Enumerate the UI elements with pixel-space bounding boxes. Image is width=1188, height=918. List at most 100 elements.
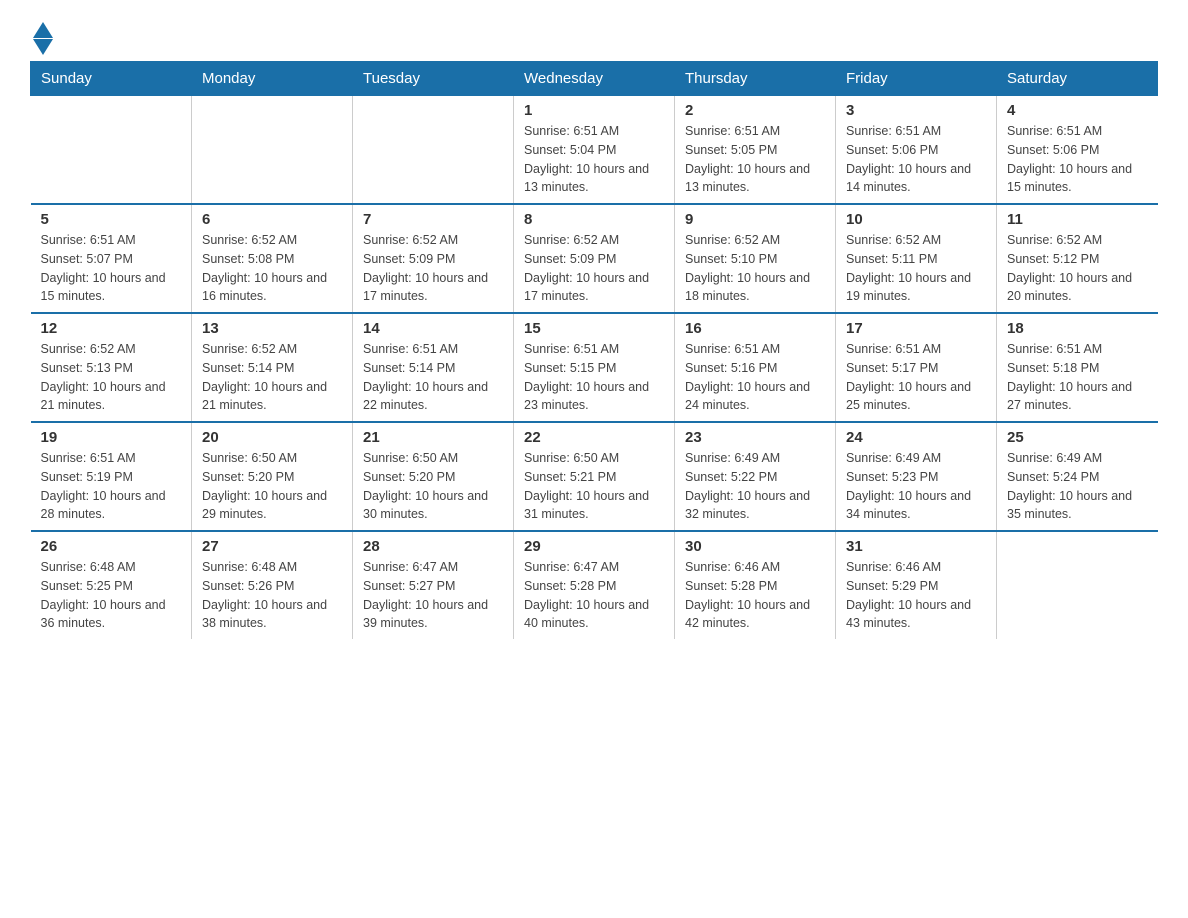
day-info: Sunrise: 6:50 AM Sunset: 5:21 PM Dayligh… [524,449,664,524]
day-info: Sunrise: 6:52 AM Sunset: 5:12 PM Dayligh… [1007,231,1148,306]
day-number: 4 [1007,102,1148,119]
day-number: 31 [846,538,986,555]
day-number: 11 [1007,211,1148,228]
day-info: Sunrise: 6:50 AM Sunset: 5:20 PM Dayligh… [363,449,503,524]
calendar-row-0: 1 Sunrise: 6:51 AM Sunset: 5:04 PM Daylig… [31,96,1158,205]
page-header [30,20,1158,51]
calendar-table: SundayMondayTuesdayWednesdayThursdayFrid… [30,61,1158,639]
calendar-cell: 17 Sunrise: 6:51 AM Sunset: 5:17 PM Dayli… [836,313,997,422]
day-info: Sunrise: 6:51 AM Sunset: 5:06 PM Dayligh… [846,122,986,197]
day-info: Sunrise: 6:52 AM Sunset: 5:11 PM Dayligh… [846,231,986,306]
day-number: 1 [524,102,664,119]
day-info: Sunrise: 6:51 AM Sunset: 5:05 PM Dayligh… [685,122,825,197]
day-info: Sunrise: 6:52 AM Sunset: 5:09 PM Dayligh… [363,231,503,306]
calendar-row-1: 5 Sunrise: 6:51 AM Sunset: 5:07 PM Daylig… [31,204,1158,313]
day-info: Sunrise: 6:49 AM Sunset: 5:22 PM Dayligh… [685,449,825,524]
day-info: Sunrise: 6:51 AM Sunset: 5:04 PM Dayligh… [524,122,664,197]
calendar-cell: 11 Sunrise: 6:52 AM Sunset: 5:12 PM Dayli… [997,204,1158,313]
calendar-cell: 20 Sunrise: 6:50 AM Sunset: 5:20 PM Dayli… [192,422,353,531]
day-number: 8 [524,211,664,228]
day-info: Sunrise: 6:51 AM Sunset: 5:17 PM Dayligh… [846,340,986,415]
calendar-row-2: 12 Sunrise: 6:52 AM Sunset: 5:13 PM Dayli… [31,313,1158,422]
calendar-cell: 5 Sunrise: 6:51 AM Sunset: 5:07 PM Daylig… [31,204,192,313]
day-info: Sunrise: 6:48 AM Sunset: 5:26 PM Dayligh… [202,558,342,633]
day-number: 21 [363,429,503,446]
calendar-cell: 31 Sunrise: 6:46 AM Sunset: 5:29 PM Dayli… [836,531,997,639]
calendar-cell: 24 Sunrise: 6:49 AM Sunset: 5:23 PM Dayli… [836,422,997,531]
day-number: 6 [202,211,342,228]
day-info: Sunrise: 6:52 AM Sunset: 5:13 PM Dayligh… [41,340,182,415]
calendar-cell: 18 Sunrise: 6:51 AM Sunset: 5:18 PM Dayli… [997,313,1158,422]
calendar-cell [192,96,353,205]
calendar-cell: 7 Sunrise: 6:52 AM Sunset: 5:09 PM Daylig… [353,204,514,313]
calendar-cell: 19 Sunrise: 6:51 AM Sunset: 5:19 PM Dayli… [31,422,192,531]
weekday-header-sunday: Sunday [31,62,192,96]
calendar-cell: 25Sunrise: 6:49 AM Sunset: 5:24 PM Dayli… [997,422,1158,531]
calendar-cell: 3 Sunrise: 6:51 AM Sunset: 5:06 PM Daylig… [836,96,997,205]
calendar-row-3: 19 Sunrise: 6:51 AM Sunset: 5:19 PM Dayli… [31,422,1158,531]
day-number: 18 [1007,320,1148,337]
day-number: 9 [685,211,825,228]
calendar-cell: 27 Sunrise: 6:48 AM Sunset: 5:26 PM Dayli… [192,531,353,639]
day-info: Sunrise: 6:47 AM Sunset: 5:28 PM Dayligh… [524,558,664,633]
calendar-cell: 16 Sunrise: 6:51 AM Sunset: 5:16 PM Dayli… [675,313,836,422]
calendar-cell: 9 Sunrise: 6:52 AM Sunset: 5:10 PM Daylig… [675,204,836,313]
day-number: 20 [202,429,342,446]
logo [30,20,53,51]
weekday-header-friday: Friday [836,62,997,96]
calendar-cell: 22Sunrise: 6:50 AM Sunset: 5:21 PM Dayli… [514,422,675,531]
day-number: 2 [685,102,825,119]
calendar-cell: 4 Sunrise: 6:51 AM Sunset: 5:06 PM Daylig… [997,96,1158,205]
day-number: 15 [524,320,664,337]
weekday-header-monday: Monday [192,62,353,96]
day-number: 28 [363,538,503,555]
day-info: Sunrise: 6:52 AM Sunset: 5:09 PM Dayligh… [524,231,664,306]
day-number: 19 [41,429,182,446]
weekday-header-wednesday: Wednesday [514,62,675,96]
day-number: 16 [685,320,825,337]
day-number: 23 [685,429,825,446]
weekday-header-saturday: Saturday [997,62,1158,96]
day-info: Sunrise: 6:49 AM Sunset: 5:23 PM Dayligh… [846,449,986,524]
calendar-cell: 21 Sunrise: 6:50 AM Sunset: 5:20 PM Dayli… [353,422,514,531]
calendar-cell: 12 Sunrise: 6:52 AM Sunset: 5:13 PM Dayli… [31,313,192,422]
day-info: Sunrise: 6:51 AM Sunset: 5:18 PM Dayligh… [1007,340,1148,415]
calendar-cell: 28Sunrise: 6:47 AM Sunset: 5:27 PM Dayli… [353,531,514,639]
day-number: 26 [41,538,182,555]
day-number: 17 [846,320,986,337]
day-number: 5 [41,211,182,228]
weekday-header-tuesday: Tuesday [353,62,514,96]
calendar-cell: 10Sunrise: 6:52 AM Sunset: 5:11 PM Dayli… [836,204,997,313]
day-number: 29 [524,538,664,555]
day-info: Sunrise: 6:51 AM Sunset: 5:06 PM Dayligh… [1007,122,1148,197]
day-info: Sunrise: 6:50 AM Sunset: 5:20 PM Dayligh… [202,449,342,524]
weekday-header-row: SundayMondayTuesdayWednesdayThursdayFrid… [31,62,1158,96]
day-info: Sunrise: 6:52 AM Sunset: 5:08 PM Dayligh… [202,231,342,306]
day-info: Sunrise: 6:46 AM Sunset: 5:29 PM Dayligh… [846,558,986,633]
day-number: 24 [846,429,986,446]
day-number: 3 [846,102,986,119]
day-number: 13 [202,320,342,337]
day-number: 27 [202,538,342,555]
calendar-cell [997,531,1158,639]
day-info: Sunrise: 6:51 AM Sunset: 5:07 PM Dayligh… [41,231,182,306]
day-number: 12 [41,320,182,337]
calendar-cell: 1 Sunrise: 6:51 AM Sunset: 5:04 PM Daylig… [514,96,675,205]
day-number: 7 [363,211,503,228]
calendar-cell: 14Sunrise: 6:51 AM Sunset: 5:14 PM Dayli… [353,313,514,422]
day-info: Sunrise: 6:51 AM Sunset: 5:14 PM Dayligh… [363,340,503,415]
calendar-row-4: 26Sunrise: 6:48 AM Sunset: 5:25 PM Dayli… [31,531,1158,639]
calendar-cell: 15Sunrise: 6:51 AM Sunset: 5:15 PM Dayli… [514,313,675,422]
day-info: Sunrise: 6:51 AM Sunset: 5:16 PM Dayligh… [685,340,825,415]
calendar-cell: 2 Sunrise: 6:51 AM Sunset: 5:05 PM Daylig… [675,96,836,205]
day-info: Sunrise: 6:52 AM Sunset: 5:10 PM Dayligh… [685,231,825,306]
calendar-cell: 13Sunrise: 6:52 AM Sunset: 5:14 PM Dayli… [192,313,353,422]
calendar-cell: 26Sunrise: 6:48 AM Sunset: 5:25 PM Dayli… [31,531,192,639]
calendar-cell: 23 Sunrise: 6:49 AM Sunset: 5:22 PM Dayli… [675,422,836,531]
calendar-cell: 8 Sunrise: 6:52 AM Sunset: 5:09 PM Daylig… [514,204,675,313]
calendar-cell [353,96,514,205]
weekday-header-thursday: Thursday [675,62,836,96]
calendar-cell [31,96,192,205]
calendar-cell: 6 Sunrise: 6:52 AM Sunset: 5:08 PM Daylig… [192,204,353,313]
day-info: Sunrise: 6:51 AM Sunset: 5:19 PM Dayligh… [41,449,182,524]
